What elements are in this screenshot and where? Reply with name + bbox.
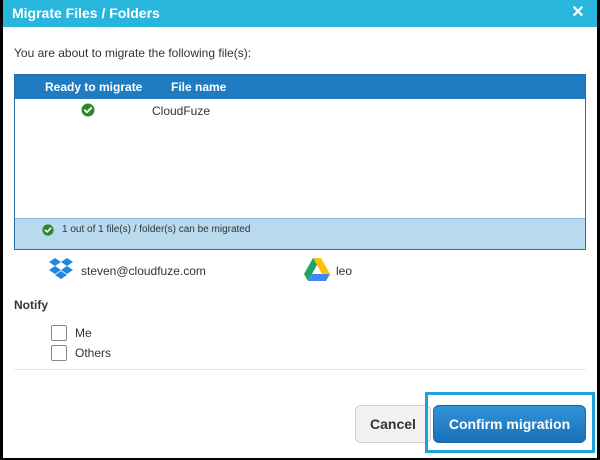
intro-text: You are about to migrate the following f…	[14, 46, 252, 60]
notify-label: Notify	[14, 298, 48, 312]
dropbox-icon	[48, 256, 74, 287]
table-header: Ready to migrate File name	[15, 75, 585, 99]
check-circle-icon	[81, 103, 95, 122]
migration-summary: 1 out of 1 file(s) / folder(s) can be mi…	[62, 224, 251, 235]
notify-me-label: Me	[75, 326, 92, 340]
table-row: CloudFuze	[15, 101, 585, 121]
destination-account-name: leo	[336, 264, 353, 278]
notify-others-checkbox[interactable]	[51, 345, 67, 361]
google-drive-icon	[303, 256, 331, 287]
file-name-cell: CloudFuze	[152, 104, 211, 118]
confirm-migration-button[interactable]: Confirm migration	[433, 405, 586, 443]
cancel-button[interactable]: Cancel	[355, 405, 431, 443]
source-account-email: steven@cloudfuze.com	[81, 264, 206, 278]
dialog-titlebar: Migrate Files / Folders ✕	[3, 0, 597, 27]
check-circle-icon	[42, 223, 54, 241]
dialog-title: Migrate Files / Folders	[12, 5, 160, 21]
column-header-ready: Ready to migrate	[45, 80, 143, 94]
notify-others-label: Others	[75, 346, 112, 360]
column-header-file-name: File name	[171, 80, 227, 94]
file-table: Ready to migrate File name CloudFuze 1 o…	[14, 74, 586, 250]
close-icon[interactable]: ✕	[569, 3, 587, 23]
table-footer: 1 out of 1 file(s) / folder(s) can be mi…	[15, 218, 585, 249]
notify-me-checkbox[interactable]	[51, 325, 67, 341]
migrate-dialog: Migrate Files / Folders ✕ You are about …	[3, 0, 597, 458]
footer-divider	[14, 369, 586, 370]
